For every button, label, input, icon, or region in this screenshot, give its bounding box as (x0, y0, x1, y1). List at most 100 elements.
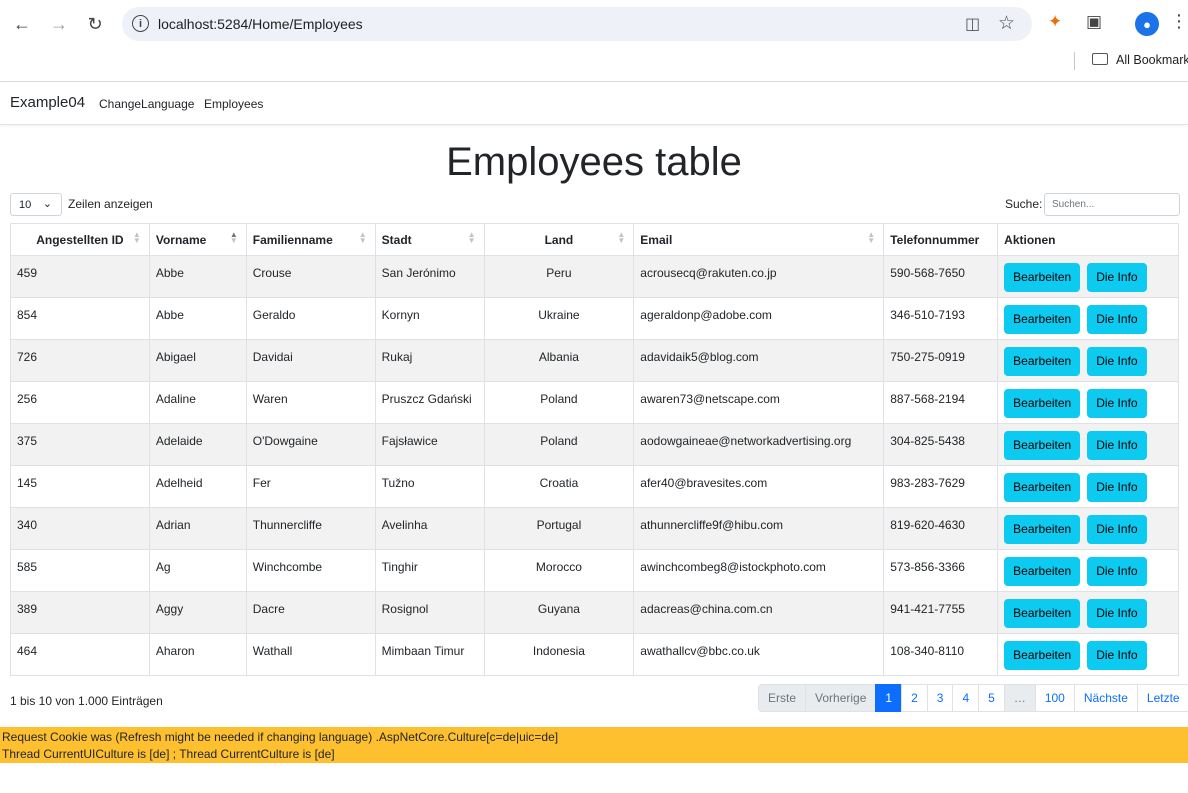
bookmarks-divider (1074, 52, 1075, 70)
table-row: 340 Adrian Thunnercliffe Avelinha Portugal at… (10, 507, 1179, 550)
cell-country: Peru (483, 255, 635, 298)
page-last-button[interactable]: Letzte (1136, 684, 1188, 712)
cell-actions: Bearbeiten Die Info (997, 381, 1179, 424)
edit-button[interactable]: Bearbeiten (1004, 431, 1081, 460)
page-next-button[interactable]: Nächste (1073, 684, 1138, 712)
page-1-button[interactable]: 1 (875, 684, 903, 712)
back-icon[interactable]: ← (8, 10, 36, 38)
edit-button[interactable]: Bearbeiten (1004, 473, 1081, 502)
column-header-label: Vorname (155, 232, 207, 247)
page-5-button[interactable]: 5 (978, 684, 1005, 712)
details-button[interactable]: Die Info (1087, 263, 1147, 292)
details-button[interactable]: Die Info (1087, 389, 1147, 418)
cell-country: Portugal (483, 507, 635, 550)
extension-icon[interactable]: ✦ (1048, 12, 1062, 32)
edit-button[interactable]: Bearbeiten (1004, 305, 1081, 334)
reload-icon[interactable]: ↻ (81, 10, 109, 38)
cell-lastname: Crouse (245, 255, 376, 298)
table-info: 1 bis 10 von 1.000 Einträgen (10, 694, 163, 708)
cell-city: Mimbaan Timur (374, 633, 485, 676)
site-info-icon[interactable]: i (132, 15, 149, 32)
page-4-button[interactable]: 4 (952, 684, 980, 712)
cell-id: 375 (10, 423, 150, 466)
cell-email: awinchcombeg8@istockphoto.com (633, 549, 885, 592)
edit-button[interactable]: Bearbeiten (1004, 515, 1081, 544)
search-input[interactable] (1044, 193, 1180, 216)
cell-actions: Bearbeiten Die Info (997, 423, 1179, 466)
cell-city: Rukaj (374, 339, 485, 382)
cell-city: Pruszcz Gdański (374, 381, 485, 424)
edit-button[interactable]: Bearbeiten (1004, 347, 1081, 376)
nav-employees[interactable]: Employees (204, 97, 263, 111)
table-row: 459 Abbe Crouse San Jerónimo Peru acrousecq@r… (10, 255, 1179, 298)
details-button[interactable]: Die Info (1087, 431, 1147, 460)
cell-phone: 346-510-7193 (883, 297, 999, 340)
details-button[interactable]: Die Info (1087, 305, 1147, 334)
edit-button[interactable]: Bearbeiten (1004, 263, 1081, 292)
cell-email: adacreas@china.com.cn (633, 591, 885, 634)
column-header-id[interactable]: Angestellten ID ▲ ▼ (10, 223, 150, 256)
table-header-row: Angestellten ID ▲ ▼ Vorname ▲ ▼ Familienname… (10, 223, 1179, 256)
nav-change-language[interactable]: ChangeLanguage (99, 97, 194, 111)
cell-lastname: Fer (245, 465, 376, 508)
cell-actions: Bearbeiten Die Info (997, 339, 1179, 382)
brand-link[interactable]: Example04 (10, 94, 85, 111)
translate-icon[interactable]: ◫ (965, 14, 980, 34)
cell-country: Guyana (483, 591, 635, 634)
table-row: 726 Abigael Davidai Rukaj Albania adavidaik5@… (10, 339, 1179, 382)
page-3-button[interactable]: 3 (926, 684, 954, 712)
column-header-label: Aktionen (1004, 232, 1056, 247)
cell-phone: 573-856-3366 (883, 549, 999, 592)
column-header-actions: Aktionen (997, 223, 1179, 256)
app-navbar: Example04 ChangeLanguage Employees (0, 82, 1188, 125)
column-header-lastname[interactable]: Familienname ▲ ▼ (245, 223, 376, 256)
column-header-country[interactable]: Land ▲ ▼ (483, 223, 635, 256)
address-bar[interactable]: i localhost:5284/Home/Employees ◫ ☆ (122, 7, 1032, 41)
column-header-email[interactable]: Email ▲ ▼ (633, 223, 885, 256)
cell-phone: 108-340-8110 (883, 633, 999, 676)
cell-actions: Bearbeiten Die Info (997, 591, 1179, 634)
search-label: Suche: (1005, 197, 1043, 211)
culture-thread-text: Thread CurrentUICulture is [de] ; Thread… (2, 747, 335, 761)
url-text[interactable]: localhost:5284/Home/Employees (158, 16, 363, 32)
page-previous-button[interactable]: Vorherige (805, 684, 877, 712)
cell-firstname: Aharon (148, 633, 247, 676)
details-button[interactable]: Die Info (1087, 347, 1147, 376)
cell-firstname: Abbe (148, 255, 247, 298)
column-header-city[interactable]: Stadt ▲ ▼ (374, 223, 485, 256)
details-button[interactable]: Die Info (1087, 641, 1147, 670)
column-header-label: Land (544, 232, 574, 247)
all-bookmarks[interactable]: All Bookmarks (1092, 53, 1188, 67)
details-button[interactable]: Die Info (1087, 515, 1147, 544)
chevron-down-icon: ⌄ (42, 198, 52, 210)
page-length-select[interactable]: 10 ⌄ (10, 193, 62, 216)
column-header-firstname[interactable]: Vorname ▲ ▼ (148, 223, 247, 256)
culture-cookie-text: Request Cookie was (Refresh might be nee… (2, 730, 559, 744)
edit-button[interactable]: Bearbeiten (1004, 599, 1081, 628)
details-button[interactable]: Die Info (1087, 473, 1147, 502)
details-button[interactable]: Die Info (1087, 599, 1147, 628)
page-title: Employees table (446, 140, 742, 184)
page-100-button[interactable]: 100 (1034, 684, 1075, 712)
page-2-button[interactable]: 2 (901, 684, 928, 712)
bookmark-star-icon[interactable]: ☆ (998, 12, 1015, 35)
details-button[interactable]: Die Info (1087, 557, 1147, 586)
cell-phone: 750-275-0919 (883, 339, 999, 382)
cell-firstname: Adrian (148, 507, 247, 550)
cell-email: ageraldonp@adobe.com (633, 297, 885, 340)
cell-phone: 887-568-2194 (883, 381, 999, 424)
page-first-button[interactable]: Erste (758, 684, 807, 712)
cell-lastname: Winchcombe (245, 549, 376, 592)
profile-avatar[interactable]: ● (1135, 12, 1159, 36)
edit-button[interactable]: Bearbeiten (1004, 389, 1081, 418)
edit-button[interactable]: Bearbeiten (1004, 641, 1081, 670)
cell-lastname: Geraldo (245, 297, 376, 340)
menu-kebab-icon[interactable]: ⋮ (1170, 11, 1188, 32)
cell-firstname: Aggy (148, 591, 247, 634)
cell-firstname: Ag (148, 549, 247, 592)
forward-icon[interactable]: → (45, 10, 73, 38)
table-body: 459 Abbe Crouse San Jerónimo Peru acrousecq@r… (10, 255, 1179, 676)
table-row: 375 Adelaide O'Dowgaine Fajsławice Poland aod… (10, 423, 1179, 466)
extensions-puzzle-icon[interactable]: ▣ (1086, 12, 1102, 32)
edit-button[interactable]: Bearbeiten (1004, 557, 1081, 586)
